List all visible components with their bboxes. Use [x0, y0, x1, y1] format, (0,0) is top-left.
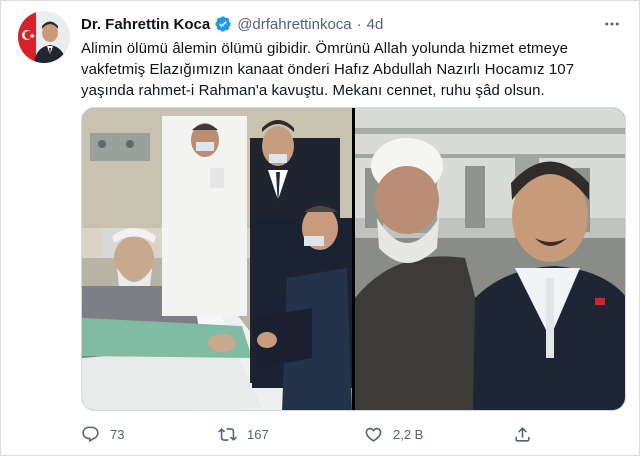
- retweet-count: 167: [247, 426, 269, 442]
- portrait-image[interactable]: [355, 108, 625, 410]
- share-button[interactable]: [513, 421, 532, 447]
- retweet-icon: [218, 427, 237, 441]
- tweet-text: Alimin ölümü âlemin ölümü gibidir. Ömrün…: [81, 38, 626, 101]
- author-handle[interactable]: @drfahrettinkoca: [237, 16, 351, 33]
- profile-photo-icon: [18, 11, 70, 63]
- like-button[interactable]: 2,2 B: [364, 421, 423, 447]
- reply-icon: [82, 426, 99, 442]
- retweet-button[interactable]: 167: [218, 421, 269, 447]
- tweet-card[interactable]: Dr. Fahrettin Koca @drfahrettinkoca · 4d…: [0, 0, 640, 456]
- tweet-timestamp[interactable]: 4d: [367, 16, 384, 33]
- verified-badge-icon: [214, 15, 232, 33]
- reply-count: 73: [110, 426, 125, 442]
- tweet-text-line: vakfetmiş Elazığımızın kanaat önderi Haf…: [81, 61, 575, 78]
- author-avatar[interactable]: [18, 11, 70, 63]
- separator-dot: ·: [356, 15, 362, 33]
- elderly-man-portrait-photo-icon: [355, 108, 625, 410]
- share-icon: [515, 426, 530, 442]
- tweet-text-line: yaşında rahmet-i Rahman'a kavuştu. Mekan…: [81, 82, 545, 99]
- more-options-icon[interactable]: [601, 13, 623, 35]
- author-name[interactable]: Dr. Fahrettin Koca: [81, 16, 210, 33]
- tweet-media[interactable]: [81, 107, 626, 411]
- tweet-header: Dr. Fahrettin Koca @drfahrettinkoca · 4d: [81, 14, 383, 34]
- hospital-visit-image[interactable]: [82, 108, 352, 410]
- heart-icon: [365, 427, 382, 442]
- hospital-bed-visit-photo-icon: [82, 108, 352, 410]
- tweet-actions: 73 167 2,2 B: [81, 421, 541, 447]
- like-count: 2,2 B: [393, 426, 424, 442]
- reply-button[interactable]: 73: [81, 421, 124, 447]
- tweet-text-line: Alimin ölümü âlemin ölümü gibidir. Ömrün…: [81, 40, 569, 57]
